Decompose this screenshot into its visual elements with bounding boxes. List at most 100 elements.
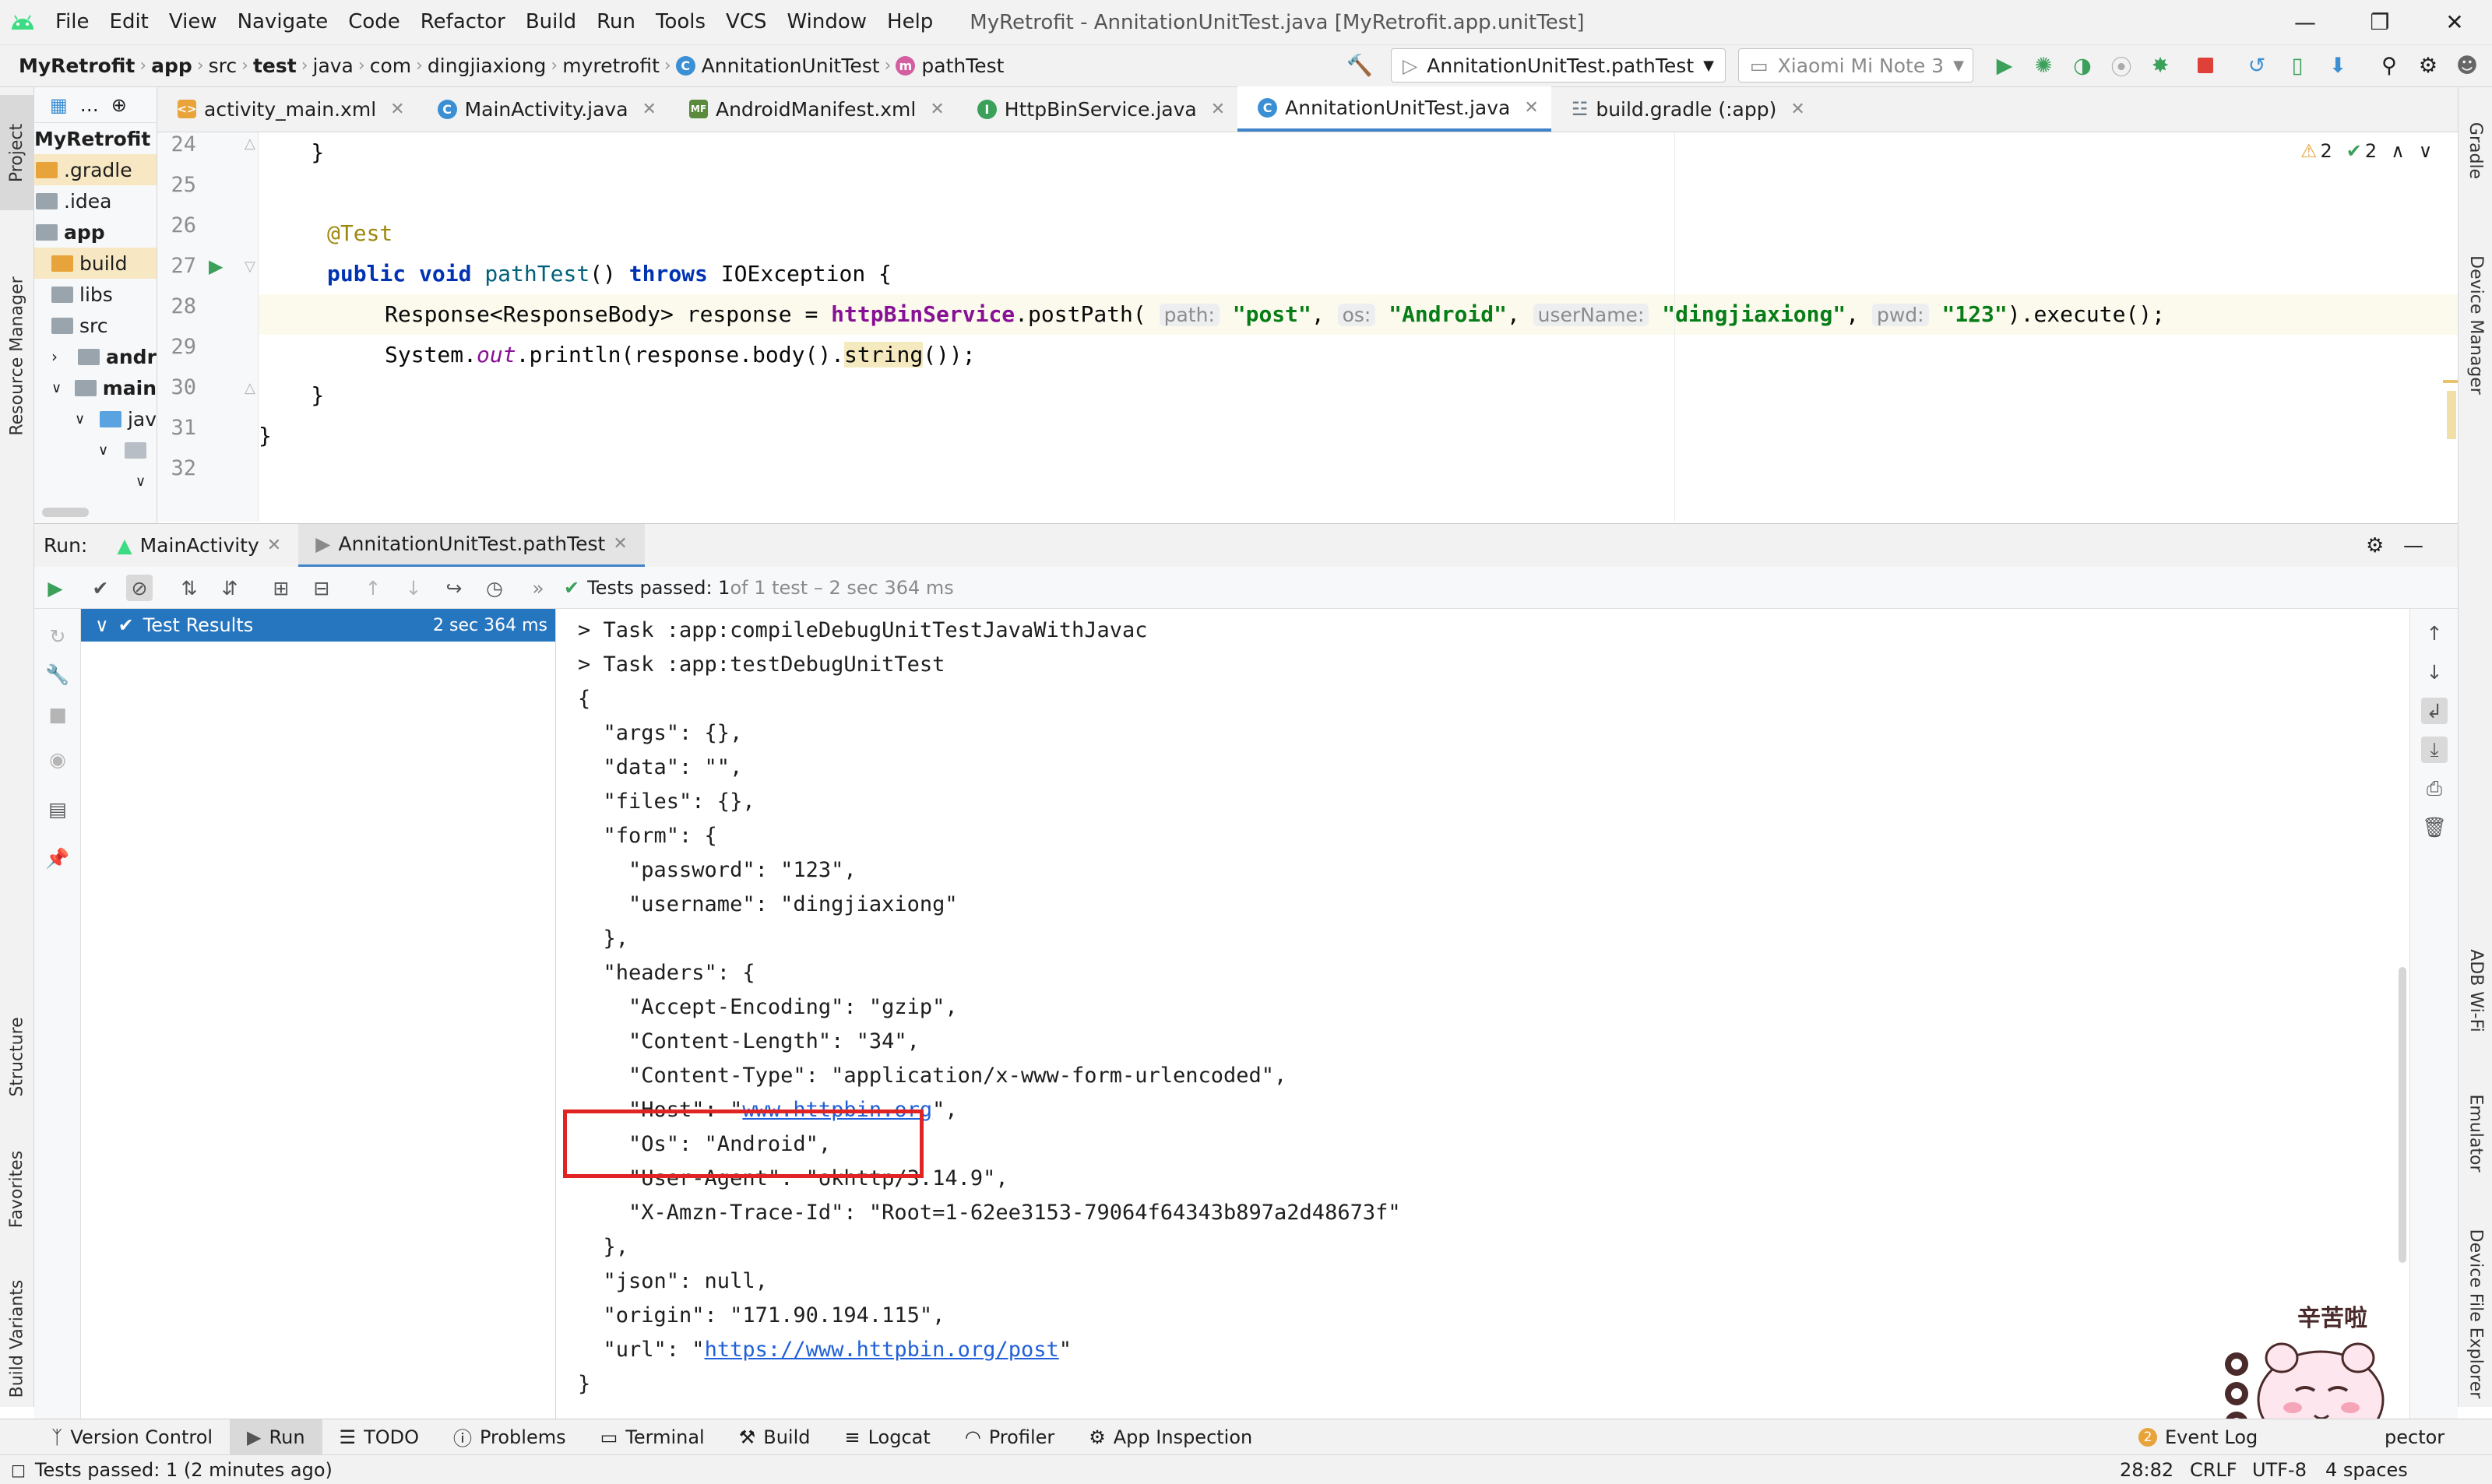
menu-code[interactable]: Code	[338, 0, 410, 44]
close-tab-icon[interactable]: ✕	[642, 100, 656, 119]
tab-httpbinservice-java[interactable]: I HttpBinService.java ✕	[957, 86, 1237, 132]
tab-layout-inspector[interactable]: pector	[2385, 1419, 2444, 1455]
close-tab-icon[interactable]: ✕	[390, 100, 404, 119]
eye-icon[interactable]: ◉	[44, 746, 71, 772]
tab-run[interactable]: ▶ Run	[230, 1419, 322, 1455]
breadcrumb-java[interactable]: java	[308, 55, 358, 77]
fold-icon[interactable]: △	[245, 380, 255, 396]
chevron-down-icon[interactable]: ∨	[75, 411, 93, 427]
tab-mainactivity-java[interactable]: C MainActivity.java ✕	[417, 86, 669, 132]
run-config-dropdown[interactable]: ▷ AnnitationUnitTest.pathTest ▼	[1391, 48, 1726, 83]
device-manager-icon[interactable]: ▯	[2283, 51, 2311, 79]
build-variants-tool-tab[interactable]: Build Variants	[0, 1255, 34, 1422]
structure-tool-tab[interactable]: Structure	[0, 986, 34, 1127]
next-failed-icon[interactable]: ↓	[400, 575, 427, 601]
apply-changes-icon[interactable]: ↺	[2243, 51, 2271, 79]
tree-root[interactable]: MyRetrofitD:	[34, 123, 157, 154]
rerun-icon[interactable]: ▶	[42, 575, 69, 601]
previous-failed-icon[interactable]: ↑	[360, 575, 386, 601]
menu-tools[interactable]: Tools	[646, 0, 716, 44]
tree-item-gradle[interactable]: .gradle	[34, 154, 157, 185]
tab-build-gradle[interactable]: ☳ build.gradle (:app) ✕	[1551, 86, 1818, 132]
resource-manager-tool-tab[interactable]: Resource Manager	[0, 223, 34, 488]
settings-gear-icon[interactable]: ⚙	[2414, 51, 2442, 79]
chevron-right-icon[interactable]: ›	[51, 347, 72, 366]
menu-refactor[interactable]: Refactor	[410, 0, 516, 44]
tree-item-main[interactable]: ∨ main	[34, 372, 157, 403]
tree-item-idea[interactable]: .idea	[34, 185, 157, 216]
run-tab-mainactivity[interactable]: ▲ MainActivity ✕	[100, 524, 298, 568]
tree-item-android[interactable]: › andr	[34, 341, 157, 372]
debug-icon[interactable]: ✺	[2029, 51, 2057, 79]
console-scrollbar[interactable]	[2399, 967, 2406, 1263]
collapse-all-icon[interactable]: ⊟	[308, 575, 335, 601]
breadcrumb-test[interactable]: test	[248, 55, 301, 77]
menu-edit[interactable]: Edit	[100, 0, 159, 44]
rerun-failed-icon[interactable]: ↻	[44, 623, 71, 649]
horizontal-scrollbar[interactable]	[42, 508, 89, 517]
chevron-down-icon[interactable]: ∨	[51, 380, 69, 396]
menu-run[interactable]: Run	[586, 0, 646, 44]
tab-androidmanifest-xml[interactable]: MF AndroidManifest.xml ✕	[669, 86, 957, 132]
show-ignored-icon[interactable]: ⊘	[126, 575, 153, 601]
tree-item-libs[interactable]: libs	[34, 279, 157, 310]
device-file-explorer-tool-tab[interactable]: Device File Explorer	[2459, 1208, 2492, 1419]
emulator-tool-tab[interactable]: Emulator	[2459, 1074, 2492, 1191]
sort-duration-icon[interactable]: ⇵	[216, 575, 243, 601]
menu-build[interactable]: Build	[516, 0, 586, 44]
menu-help[interactable]: Help	[877, 0, 943, 44]
tab-annitationunittest-java[interactable]: C AnnitationUnitTest.java ✕	[1237, 86, 1551, 132]
console-link[interactable]: https://www.httpbin.org/post	[705, 1338, 1059, 1362]
tree-item-src[interactable]: src	[34, 310, 157, 341]
code-editor[interactable]: } @Test public void pathTest() throws IO…	[259, 132, 2458, 522]
run-settings-gear-icon[interactable]: ⚙	[2366, 534, 2384, 557]
menu-vcs[interactable]: VCS	[716, 0, 776, 44]
tree-item-app[interactable]: app	[34, 216, 157, 248]
tab-terminal[interactable]: ▭ Terminal	[583, 1419, 722, 1455]
profile-icon[interactable]: ⦿	[2107, 51, 2135, 80]
clear-trash-icon[interactable]: 🗑	[2421, 814, 2448, 841]
minimize-icon[interactable]: —	[2268, 0, 2342, 44]
test-results-root[interactable]: ∨ ✔ Test Results 2 sec 364 ms	[81, 609, 555, 642]
breadcrumb-app[interactable]: app	[146, 55, 197, 77]
file-encoding[interactable]: UTF-8	[2252, 1459, 2307, 1481]
project-view-dropdown-icon[interactable]: …	[80, 94, 99, 116]
tree-item-build[interactable]: build	[34, 248, 157, 279]
sort-alpha-icon[interactable]: ⇅	[176, 575, 202, 601]
user-avatar-icon[interactable]: ☻	[2453, 51, 2481, 79]
more-actions-icon[interactable]: »	[525, 575, 551, 601]
device-dropdown[interactable]: ▭ Xiaomi Mi Note 3 ▼	[1738, 48, 1973, 83]
warning-stripe-marker[interactable]	[2443, 380, 2458, 383]
fold-icon[interactable]: △	[245, 135, 255, 152]
chevron-down-icon[interactable]: ∨	[136, 473, 146, 490]
pin-icon[interactable]: 📌	[44, 846, 71, 872]
make-project-hammer-icon[interactable]: 🔨	[1346, 51, 1374, 79]
tab-problems[interactable]: ⓘ Problems	[436, 1419, 583, 1455]
sdk-manager-icon[interactable]: ⬇	[2324, 51, 2352, 79]
run-icon[interactable]: ▶	[1990, 51, 2019, 79]
fold-icon[interactable]: ▽	[245, 258, 255, 275]
close-tab-icon[interactable]: ✕	[930, 100, 944, 119]
breadcrumb-com[interactable]: com	[365, 55, 416, 77]
close-tab-icon[interactable]: ✕	[267, 536, 281, 555]
restore-icon[interactable]: ❐	[2342, 0, 2417, 44]
device-manager-tool-tab[interactable]: Device Manager	[2459, 220, 2492, 430]
tab-version-control[interactable]: ᛉ Version Control	[0, 1419, 230, 1455]
indent-setting[interactable]: 4 spaces	[2325, 1459, 2408, 1481]
scroll-down-arrow-icon[interactable]: ↓	[2421, 659, 2448, 685]
show-passed-check-icon[interactable]: ✔	[87, 575, 114, 601]
modify-config-wrench-icon[interactable]: 🔧	[44, 662, 71, 688]
breadcrumb-method[interactable]: m pathTest	[891, 55, 1008, 77]
close-window-icon[interactable]: ✕	[2417, 0, 2492, 44]
project-tool-tab[interactable]: Project	[0, 95, 34, 210]
tab-profiler[interactable]: ◠ Profiler	[948, 1419, 1072, 1455]
stop-square-icon[interactable]: ■	[44, 701, 71, 727]
tree-item-sub[interactable]: ∨	[34, 466, 157, 497]
test-history-icon[interactable]: ◷	[481, 575, 508, 601]
scroll-up-arrow-icon[interactable]: ↑	[2421, 620, 2448, 646]
expand-all-icon[interactable]: ⊞	[268, 575, 294, 601]
run-test-gutter-icon[interactable]: ▶	[209, 255, 223, 277]
close-tab-icon[interactable]: ✕	[1790, 100, 1804, 119]
tab-logcat[interactable]: ≡ Logcat	[828, 1419, 948, 1455]
tab-todo[interactable]: ☰ TODO	[322, 1419, 436, 1455]
